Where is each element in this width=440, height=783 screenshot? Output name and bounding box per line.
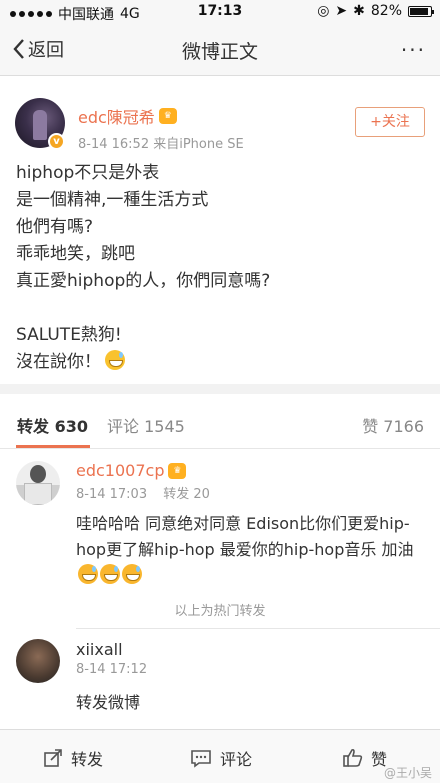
comment-label: 评论: [220, 750, 253, 769]
repost-username[interactable]: edc1007cp: [76, 461, 164, 480]
author-name-row[interactable]: edc陳冠希 ♛: [78, 104, 177, 128]
post-line: [16, 295, 426, 322]
post-body: hiphop不只是外表 是一個精神,一種生活方式 他們有嗎? 乖乖地笑，跳吧 真…: [16, 160, 426, 376]
post-line: 是一個精神,一種生活方式: [16, 190, 209, 210]
repost-list: edc1007cp ♛ 8-14 17:03 转发 20 哇哈哈哈 同意绝对同意…: [0, 449, 440, 729]
post-line-last: 沒在說你！: [16, 349, 426, 376]
lock-rotation-icon: ◎: [317, 3, 330, 19]
divider: [76, 628, 440, 629]
bottom-action-bar: 转发 评论 赞 @王小吴: [0, 729, 440, 783]
vip-crown-icon: ♛: [168, 462, 187, 479]
comment-icon: [191, 750, 211, 768]
repost-label: 转发: [71, 750, 104, 769]
tab-repost[interactable]: 转发 630: [17, 413, 88, 437]
verified-badge-icon: v: [48, 133, 65, 150]
repost-body: 转发微博: [76, 693, 141, 712]
repost-time: 8-14 17:03: [76, 487, 148, 502]
post-line: 乖乖地笑，跳吧: [16, 244, 135, 264]
vip-crown-icon: ♛: [158, 108, 177, 124]
hot-repost-separator: 以上为热门转发: [174, 604, 266, 619]
bluetooth-icon: ✱: [353, 3, 365, 19]
tab-like[interactable]: 赞 7166: [362, 413, 424, 437]
author-name[interactable]: edc陳冠希: [78, 104, 155, 128]
watermark: @王小吴: [383, 766, 432, 780]
laughing-sweat-emoji-icon: [105, 350, 125, 370]
heart-eyes-emoji-icon: [122, 564, 142, 584]
post-card: v edc陳冠希 ♛ 8-14 16:52 来自iPhone SE +关注 hi…: [0, 76, 440, 384]
post-line: hiphop不只是外表: [16, 163, 160, 183]
location-icon: ➤: [335, 3, 348, 19]
share-icon: [44, 749, 62, 767]
avatar[interactable]: [16, 461, 60, 505]
battery-percent: 82%: [370, 3, 402, 19]
nav-bar: 返回 微博正文 ···: [0, 24, 440, 76]
battery-icon: [408, 5, 434, 17]
emoji-group: [76, 563, 142, 589]
post-line: 他們有嗎?: [16, 217, 94, 237]
status-bar: 中国联通 4G 17:13 ◎ ➤ ✱ 82%: [0, 0, 440, 24]
tab-comment[interactable]: 评论 1545: [107, 413, 185, 437]
post-meta: 8-14 16:52 来自iPhone SE: [78, 137, 244, 152]
thumbs-up-icon: [343, 748, 363, 767]
battery-fill: [410, 7, 429, 15]
more-icon[interactable]: ···: [401, 38, 426, 62]
repost-text: 哇哈哈哈 同意绝对同意 Edison比你们更爱hip-hop更了解hip-hop…: [76, 511, 426, 589]
follow-button[interactable]: +关注: [355, 107, 425, 137]
repost-username[interactable]: xiixall: [76, 640, 123, 659]
heart-eyes-emoji-icon: [78, 564, 98, 584]
heart-eyes-emoji-icon: [100, 564, 120, 584]
post-line: 真正愛hiphop的人，你們同意嗎?: [16, 271, 271, 291]
repost-user-row[interactable]: edc1007cp ♛: [76, 461, 187, 480]
post-line: SALUTE熱狗!: [16, 325, 122, 345]
status-right: ◎ ➤ ✱ 82%: [317, 3, 434, 19]
repost-body: 哇哈哈哈 同意绝对同意 Edison比你们更爱hip-hop更了解hip-hop…: [76, 514, 414, 559]
active-tab-indicator: [16, 445, 90, 448]
post-tabs: 转发 630 评论 1545 赞 7166: [0, 394, 440, 449]
post-line-text: 沒在說你！: [16, 352, 101, 372]
repost-count: 转发 20: [163, 487, 210, 502]
page-title: 微博正文: [181, 41, 258, 63]
avatar[interactable]: [16, 639, 60, 683]
comment-button[interactable]: 评论: [190, 746, 252, 770]
repost-button[interactable]: 转发: [43, 746, 103, 770]
like-button[interactable]: 赞: [343, 746, 387, 770]
repost-meta: 8-14 17:03 转发 20: [76, 483, 210, 502]
repost-time: 8-14 17:12: [76, 662, 148, 677]
